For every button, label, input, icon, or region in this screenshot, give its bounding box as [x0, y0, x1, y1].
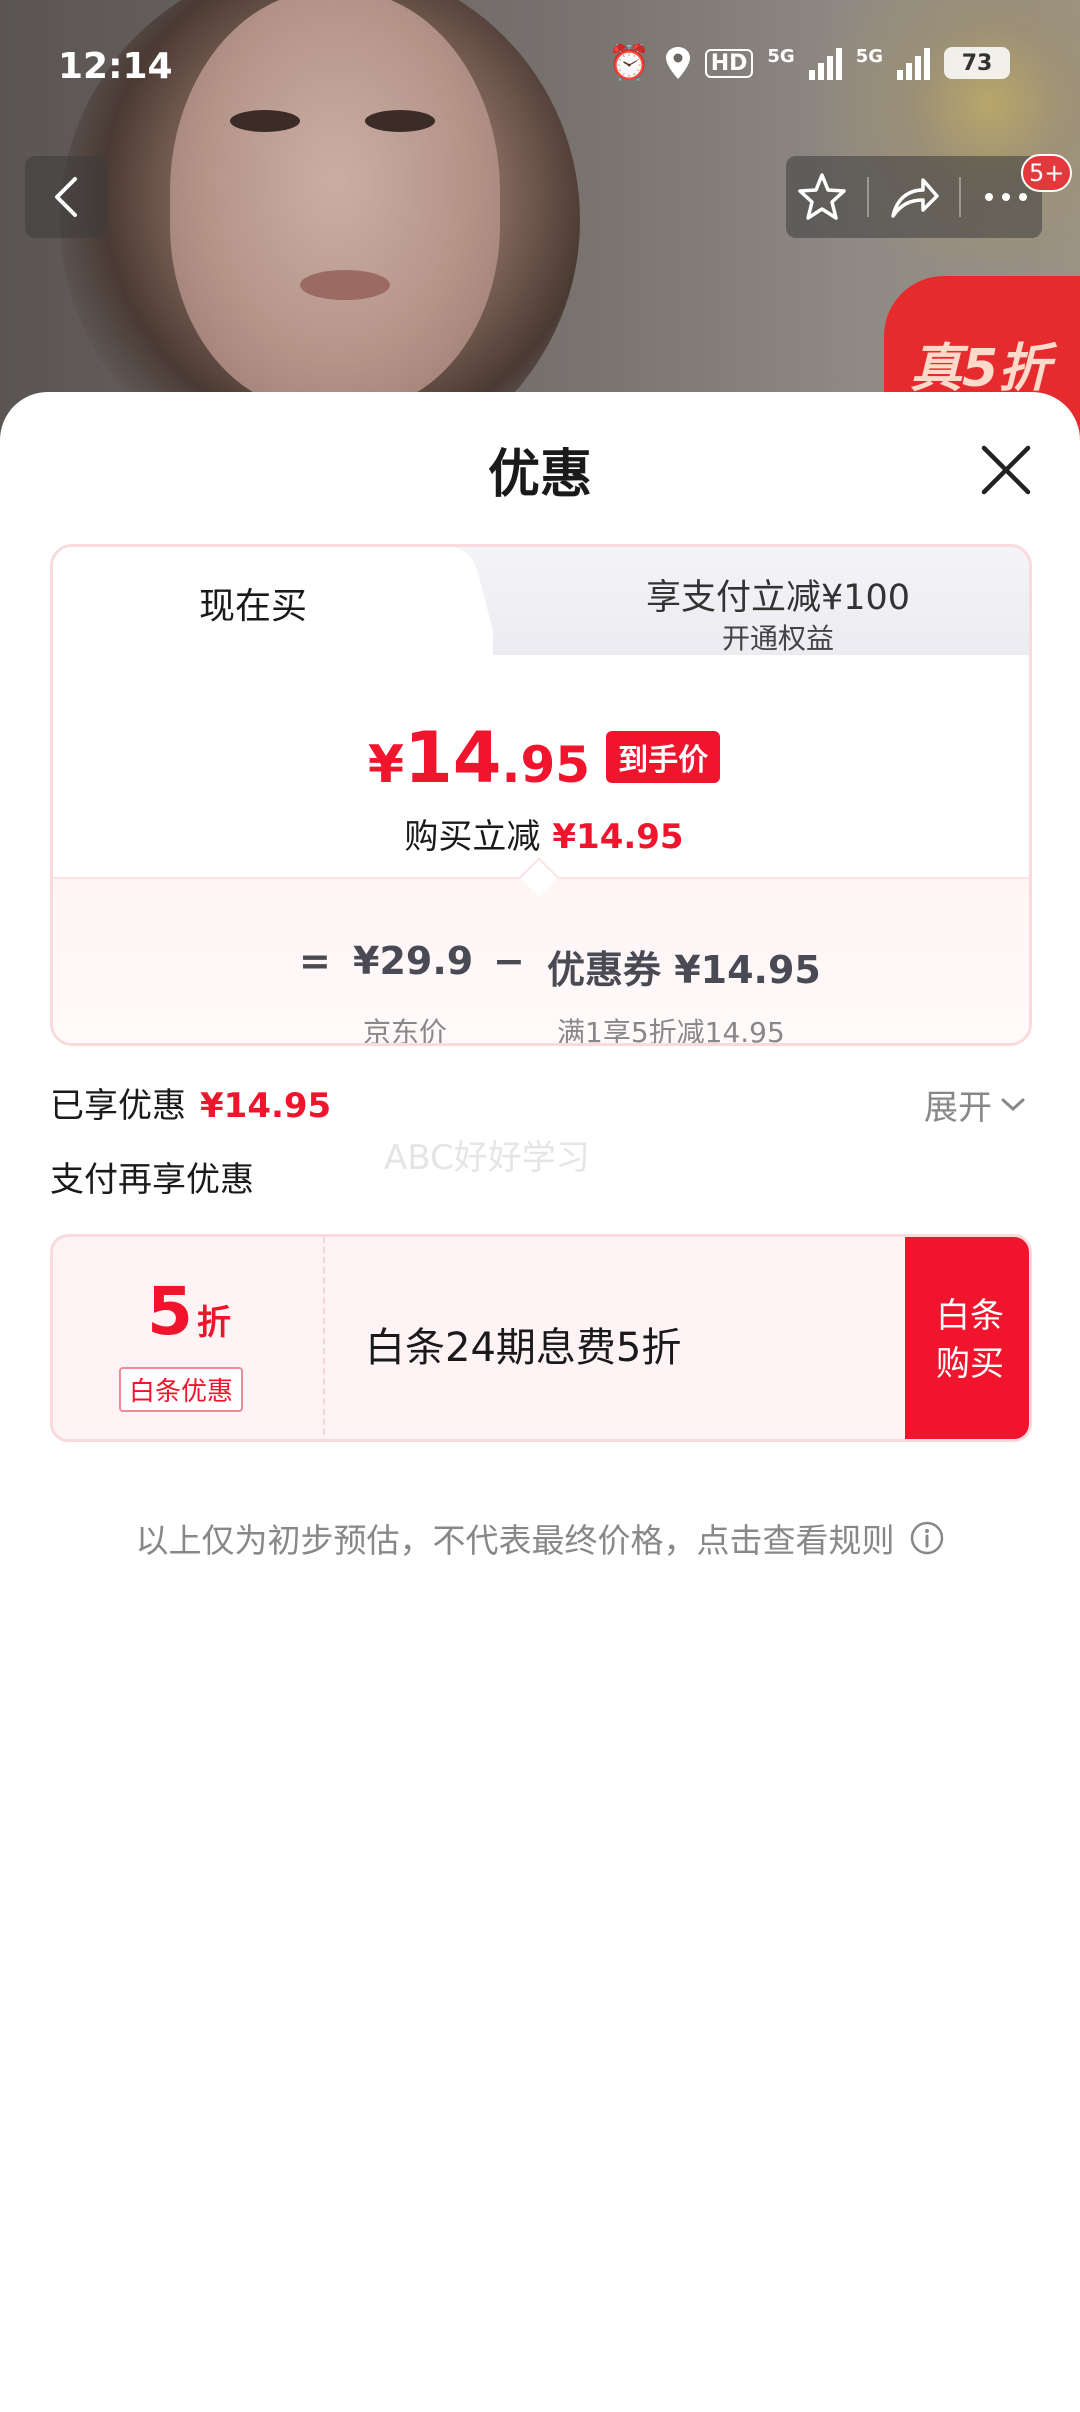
status-icons: ⏰ HD 5G 5G 73	[608, 46, 1010, 80]
baitiao-offer-card[interactable]: 5折 白条优惠 白条24期息费5折 白条 购买	[50, 1234, 1032, 1442]
minus-sign: −	[493, 939, 525, 983]
watermark: ABC好好学习	[384, 1138, 590, 1178]
pay-more-heading: 支付再享优惠	[50, 1160, 254, 1200]
hd-icon: HD	[704, 48, 754, 78]
price-formula: = ¥29.9 − 优惠券 ¥14.95 京东价 满1享5折减14.95	[53, 877, 1029, 1046]
jd-price-label: 京东价	[363, 1016, 448, 1046]
top-actions	[786, 156, 1042, 238]
final-price-badge: 到手价	[606, 731, 721, 783]
divider	[867, 177, 869, 217]
baitiao-buy-button[interactable]: 白条 购买	[905, 1237, 1029, 1439]
info-icon[interactable]	[909, 1520, 945, 1556]
star-icon[interactable]	[795, 170, 849, 224]
instant-discount: 购买立减 ¥14.95	[404, 817, 684, 857]
status-bar: 12:14 ⏰ HD 5G 5G 73	[0, 0, 1080, 140]
location-icon	[665, 47, 690, 79]
equals-sign: =	[299, 939, 331, 983]
signal-icon	[808, 46, 842, 80]
final-price-row: ¥14.95 到手价	[53, 717, 1029, 799]
expand-button[interactable]: 展开	[924, 1080, 1026, 1129]
coupon-label: 满1享5折减14.95	[557, 1016, 785, 1046]
message-badge: 5+	[1021, 154, 1073, 192]
signal-icon-2	[897, 46, 930, 80]
offer-discount: 5折	[147, 1273, 231, 1350]
share-icon[interactable]	[887, 170, 941, 224]
chevron-down-icon	[1001, 1098, 1025, 1111]
final-price: ¥14.95	[367, 717, 591, 799]
offer-discount-block: 5折 白条优惠	[53, 1237, 325, 1439]
tab-pay-subtitle[interactable]: 开通权益	[533, 617, 1023, 657]
offer-tag: 白条优惠	[119, 1367, 244, 1412]
tab-pay-title[interactable]: 享支付立减¥100	[533, 569, 1023, 620]
coupon-amount: 优惠券 ¥14.95	[547, 948, 821, 992]
discount-modal: 优惠 现在买 享支付立减¥100 开通权益 ¥14.95 到手价 购买立减 ¥14…	[0, 392, 1080, 2412]
saved-summary: 已享优惠 ¥14.95	[50, 1086, 332, 1126]
back-button[interactable]	[25, 156, 107, 238]
tab-now[interactable]: 现在买	[53, 577, 453, 629]
chevron-left-icon	[55, 177, 77, 217]
network-label-2: 5G	[855, 46, 883, 67]
battery-icon: 73	[944, 47, 1010, 79]
close-icon[interactable]	[976, 440, 1036, 500]
disclaimer[interactable]: 以上仅为初步预估，不代表最终价格，点击查看规则	[0, 1514, 1080, 1562]
modal-title: 优惠	[487, 445, 592, 505]
divider	[959, 177, 961, 217]
status-time: 12:14	[58, 46, 173, 87]
offer-description: 白条24期息费5折	[365, 1325, 682, 1371]
alarm-icon: ⏰	[608, 43, 651, 83]
network-label: 5G	[767, 46, 795, 67]
price-card: 现在买 享支付立减¥100 开通权益 ¥14.95 到手价 购买立减 ¥14.95…	[50, 544, 1032, 1046]
jd-price: ¥29.9	[353, 939, 474, 983]
